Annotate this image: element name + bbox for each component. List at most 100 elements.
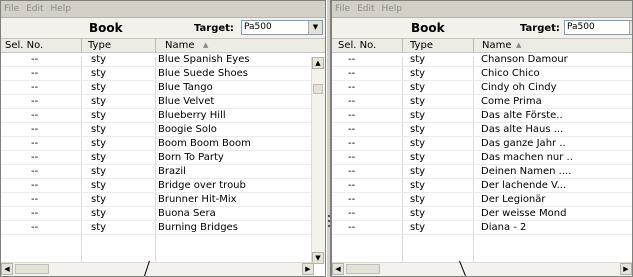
menu-help[interactable]: Help	[382, 4, 403, 14]
table-row[interactable]: -- sty Blue Velvet	[1, 95, 325, 109]
vertical-scrollbar[interactable]: ▲ ▼	[311, 57, 325, 264]
horizontal-scrollbar[interactable]: ◀ ▶	[332, 262, 632, 276]
target-label: Target:	[520, 23, 560, 34]
cell-name: Blue Spanish Eyes	[158, 54, 250, 65]
col-name[interactable]: Name	[482, 40, 512, 51]
cell-type: sty	[91, 68, 107, 79]
cell-type: sty	[410, 68, 426, 79]
cell-sel: --	[31, 138, 39, 149]
cell-sel: --	[31, 180, 39, 191]
cell-sel: --	[348, 68, 356, 79]
table-row[interactable]: -- sty Come Prima	[332, 95, 632, 109]
cell-name: Chanson Damour	[481, 54, 568, 65]
scroll-left-arrow-icon[interactable]: ◀	[1, 263, 13, 275]
table-row[interactable]: -- sty Der Legionär	[332, 193, 632, 207]
cell-name: Das alte Förste..	[481, 110, 563, 121]
table-row[interactable]: -- sty Blue Suede Shoes	[1, 67, 325, 81]
cell-sel: --	[31, 166, 39, 177]
cell-type: sty	[410, 208, 426, 219]
target-value: Pa500	[244, 22, 272, 32]
cell-name: Das machen nur ..	[481, 152, 573, 163]
scroll-left-arrow-icon[interactable]: ◀	[332, 263, 344, 275]
cell-sel: --	[348, 194, 356, 205]
table-row[interactable]: -- sty Bridge over troub	[1, 179, 325, 193]
menu-help[interactable]: Help	[51, 4, 72, 14]
cell-type: sty	[91, 180, 107, 191]
cell-name: Deinen Namen ....	[481, 166, 572, 177]
table-row[interactable]: -- sty Cindy oh Cindy	[332, 81, 632, 95]
col-type[interactable]: Type	[410, 40, 433, 51]
table-row[interactable]: -- sty Buona Sera	[1, 207, 325, 221]
table-row[interactable]: -- sty Brazil	[1, 165, 325, 179]
col-type[interactable]: Type	[88, 40, 111, 51]
splitter-grip	[328, 215, 330, 217]
menu-edit[interactable]: Edit	[26, 4, 43, 14]
table-row[interactable]: -- sty Born To Party	[1, 151, 325, 165]
cell-type: sty	[410, 96, 426, 107]
sort-ascending-icon: ▲	[203, 41, 209, 49]
col-name[interactable]: Name	[165, 40, 195, 51]
table-row[interactable]: -- sty Chico Chico	[332, 67, 632, 81]
cell-type: sty	[91, 96, 107, 107]
table-row[interactable]: -- sty Das machen nur ..	[332, 151, 632, 165]
cell-type: sty	[91, 138, 107, 149]
target-select[interactable]: Pa500 ▼	[564, 20, 632, 35]
cell-sel: --	[31, 54, 39, 65]
left-book-pane: File Edit Help Book Target: Pa500 ▼ Sel.…	[0, 0, 326, 277]
horizontal-scrollbar[interactable]: ◀ ▶	[1, 262, 314, 276]
cell-type: sty	[91, 152, 107, 163]
menu-edit[interactable]: Edit	[357, 4, 374, 14]
scroll-up-arrow-icon[interactable]: ▲	[312, 57, 324, 69]
table-row[interactable]: -- sty Blue Spanish Eyes	[1, 53, 325, 67]
scroll-right-arrow-icon[interactable]: ▶	[620, 263, 632, 275]
cell-sel: --	[31, 222, 39, 233]
target-label: Target:	[194, 23, 234, 34]
table-row[interactable]: -- sty Burning Bridges	[1, 221, 325, 235]
table-row[interactable]: -- sty Blue Tango	[1, 81, 325, 95]
table-row[interactable]: -- sty Brunner Hit-Mix	[1, 193, 325, 207]
menu-file[interactable]: File	[4, 4, 19, 14]
table-row[interactable]: -- sty Der weisse Mond	[332, 207, 632, 221]
cell-sel: --	[348, 180, 356, 191]
scroll-thumb[interactable]	[313, 84, 323, 94]
menu-bar: File Edit Help	[332, 1, 632, 18]
cell-name: Brazil	[158, 166, 186, 177]
cell-name: Das ganze Jahr ..	[481, 138, 566, 149]
table-row[interactable]: -- sty Chanson Damour	[332, 53, 632, 67]
cell-name: Born To Party	[158, 152, 224, 163]
table-row[interactable]: -- sty Das alte Haus ...	[332, 123, 632, 137]
table-row[interactable]: -- sty Deinen Namen ....	[332, 165, 632, 179]
cell-name: Diana - 2	[481, 222, 527, 233]
right-book-pane: File Edit Help Book Target: Pa500 ▼ Sel.…	[331, 0, 633, 277]
splitter-grip	[328, 220, 330, 222]
chevron-down-icon[interactable]: ▼	[308, 21, 322, 34]
cell-name: Brunner Hit-Mix	[158, 194, 237, 205]
table-row[interactable]: -- sty Diana - 2	[332, 221, 632, 235]
hscroll-thumb[interactable]	[346, 264, 380, 274]
menu-file[interactable]: File	[335, 4, 350, 14]
table-row[interactable]: -- sty Das alte Förste..	[332, 109, 632, 123]
table-row[interactable]: -- sty Boom Boom Boom	[1, 137, 325, 151]
cell-name: Blue Velvet	[158, 96, 215, 107]
cell-type: sty	[91, 82, 107, 93]
scroll-right-arrow-icon[interactable]: ▶	[302, 263, 314, 275]
cell-sel: --	[31, 208, 39, 219]
cell-sel: --	[348, 166, 356, 177]
chevron-down-icon[interactable]: ▼	[629, 21, 632, 34]
cell-type: sty	[410, 152, 426, 163]
cell-type: sty	[91, 110, 107, 121]
cell-name: Blueberry Hill	[158, 110, 226, 121]
col-sel-no[interactable]: Sel. No.	[5, 40, 43, 51]
hscroll-thumb[interactable]	[15, 264, 49, 274]
target-select[interactable]: Pa500 ▼	[241, 20, 323, 35]
cell-sel: --	[31, 82, 39, 93]
cell-sel: --	[348, 54, 356, 65]
table-row[interactable]: -- sty Der lachende V...	[332, 179, 632, 193]
table-row[interactable]: -- sty Das ganze Jahr ..	[332, 137, 632, 151]
book-header: Book Target: Pa500 ▼	[1, 18, 325, 39]
left-row-list: -- sty Blue Spanish Eyes -- sty Blue Suede Sh…	[1, 53, 325, 235]
col-sel-no[interactable]: Sel. No.	[338, 40, 376, 51]
table-row[interactable]: -- sty Blueberry Hill	[1, 109, 325, 123]
table-row[interactable]: -- sty Boogie Solo	[1, 123, 325, 137]
cell-type: sty	[410, 82, 426, 93]
